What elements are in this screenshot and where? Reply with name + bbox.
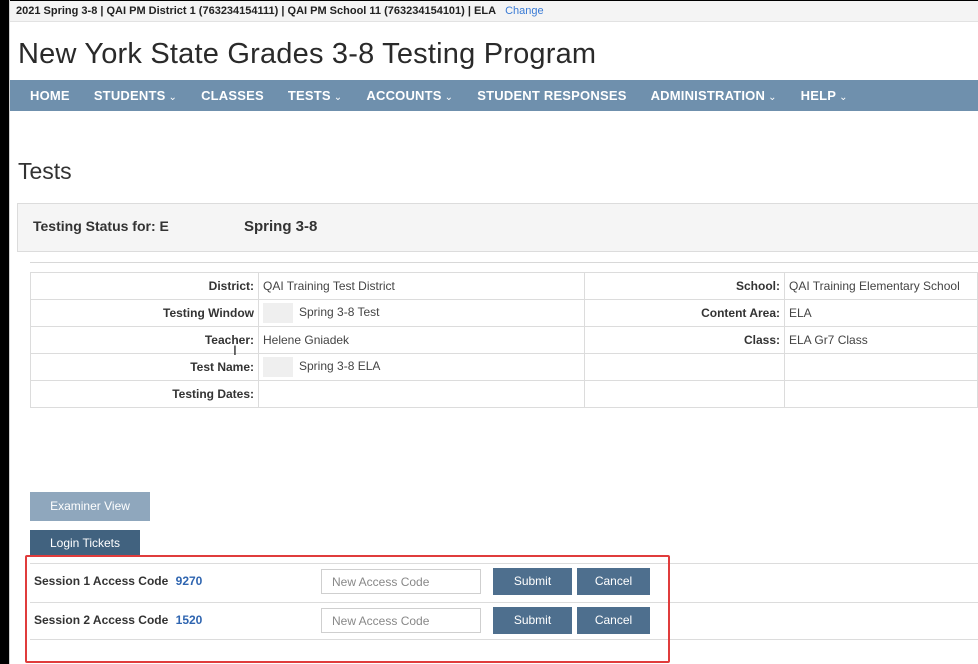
testing-window-cell: Spring 3-8 Test [258, 299, 585, 327]
table-row: Testing Dates: [30, 380, 978, 408]
nav-administration[interactable]: ADMINISTRATION ⌄ [639, 80, 789, 111]
nav-tests[interactable]: TESTS ⌄ [276, 80, 355, 111]
access-code-highlight-box [25, 555, 670, 663]
nav-classes[interactable]: CLASSES [189, 80, 276, 111]
nav-accounts-label: ACCOUNTS [366, 88, 442, 103]
teacher-label: Teacher: [30, 326, 259, 354]
context-text: 2021 Spring 3-8 | QAI PM District 1 (763… [16, 5, 497, 17]
window-left-border [0, 0, 9, 664]
nav-students[interactable]: STUDENTS ⌄ [82, 80, 189, 111]
nav-help[interactable]: HELP ⌄ [789, 80, 860, 111]
testing-status-panel: Testing Status for: E Spring 3-8 [17, 203, 978, 252]
page-title: Tests [18, 158, 72, 184]
nav-classes-label: CLASSES [201, 88, 264, 103]
redacted-region [176, 214, 250, 242]
empty-cell [584, 380, 785, 408]
table-row: Teacher: Helene Gniadek Class: ELA Gr7 C… [30, 326, 978, 354]
test-info-table: District: QAI Training Test District Sch… [30, 272, 978, 408]
content-area-label: Content Area: [584, 299, 785, 327]
class-label: Class: [584, 326, 785, 354]
chevron-down-icon: ⌄ [333, 92, 343, 103]
main-navbar: HOME STUDENTS ⌄ CLASSES TESTS ⌄ ACCOUNTS ⌄ … [10, 80, 978, 111]
table-row: Testing Window Spring 3-8 Test Content A… [30, 299, 978, 327]
table-row: Test Name: Spring 3-8 ELA [30, 353, 978, 381]
table-row: District: QAI Training Test District Sch… [30, 272, 978, 300]
teacher-value: Helene Gniadek [258, 326, 585, 354]
login-tickets-button[interactable]: Login Tickets [30, 530, 140, 556]
test-name-cell: Spring 3-8 ELA [258, 353, 585, 381]
test-name-value: Spring 3-8 ELA [299, 359, 381, 374]
chevron-down-icon: ⌄ [168, 92, 178, 103]
school-label: School: [584, 272, 785, 300]
chevron-down-icon: ⌄ [444, 92, 454, 103]
district-label: District: [30, 272, 259, 300]
empty-cell [784, 353, 978, 381]
school-value: QAI Training Elementary School [784, 272, 978, 300]
testing-status-label: Testing Status for: E [33, 218, 169, 234]
redacted-region [263, 303, 293, 323]
testing-window-label: Testing Window [30, 299, 259, 327]
testing-window-value: Spring 3-8 Test [299, 305, 380, 320]
nav-home[interactable]: HOME [10, 80, 82, 111]
nav-students-label: STUDENTS [93, 88, 166, 103]
empty-cell [784, 380, 978, 408]
nav-student-responses[interactable]: STUDENT RESPONSES [465, 80, 638, 111]
chevron-down-icon: ⌄ [768, 92, 777, 103]
chevron-down-icon: ⌄ [839, 92, 848, 103]
change-context-link[interactable]: Change [505, 5, 544, 17]
nav-administration-label: ADMINISTRATION [650, 88, 766, 103]
district-value: QAI Training Test District [258, 272, 585, 300]
empty-cell [584, 353, 785, 381]
nav-help-label: HELP [800, 88, 837, 103]
divider [30, 262, 978, 263]
test-name-label: Test Name: [30, 353, 259, 381]
content-area-value: ELA [784, 299, 978, 327]
text-cursor-icon: I [233, 342, 237, 358]
nav-home-label: HOME [30, 88, 70, 103]
nav-accounts[interactable]: ACCOUNTS ⌄ [354, 80, 465, 111]
nav-tests-label: TESTS [287, 88, 331, 103]
examiner-view-button[interactable]: Examiner View [30, 492, 150, 521]
class-value: ELA Gr7 Class [784, 326, 978, 354]
redacted-region [263, 357, 293, 377]
nav-student-responses-label: STUDENT RESPONSES [477, 88, 627, 103]
testing-dates-value [258, 380, 585, 408]
testing-dates-label: Testing Dates: [30, 380, 259, 408]
context-bar: 2021 Spring 3-8 | QAI PM District 1 (763… [10, 1, 978, 22]
testing-status-value: Spring 3-8 [244, 218, 318, 235]
app-title: New York State Grades 3-8 Testing Progra… [18, 38, 597, 70]
